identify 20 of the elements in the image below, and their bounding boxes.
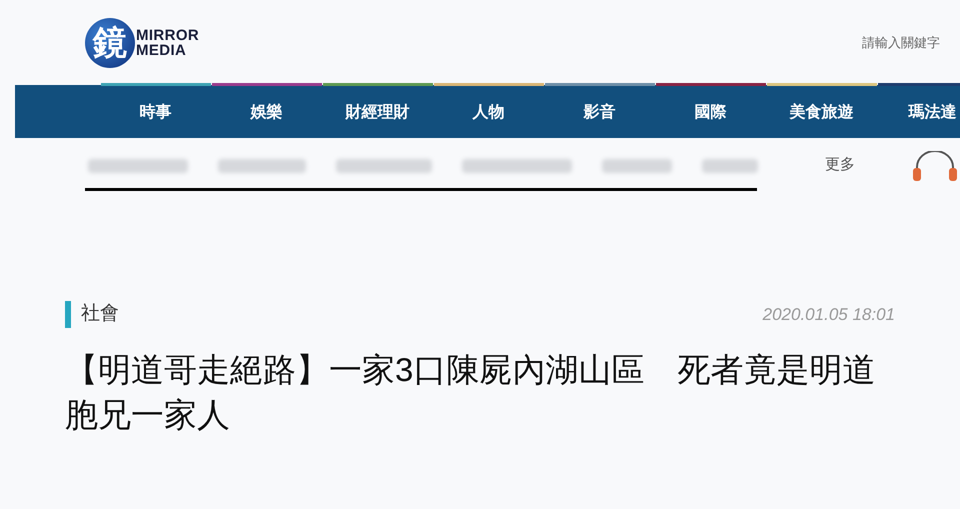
logo-text: MIRROR [136, 28, 200, 42]
nav-tab[interactable]: 人物 [433, 85, 544, 138]
nav-tab[interactable]: 瑪法達 [877, 85, 960, 138]
nav-tab[interactable]: 娛樂 [211, 85, 322, 138]
nav-tab[interactable]: 時事 [100, 85, 211, 138]
nav-tab[interactable]: 影音 [544, 85, 655, 138]
more-link[interactable]: 更多 [825, 154, 855, 177]
blurred-link-drawing [602, 158, 672, 172]
headphones-icon[interactable] [910, 150, 960, 180]
nav-tab[interactable]: 國際 [655, 85, 766, 138]
search-field[interactable]: 請輸入關鍵字 [810, 28, 940, 58]
blurred-link-drawing [702, 158, 758, 172]
nav-tab[interactable]: 財經理財 [322, 85, 433, 138]
nav-tab[interactable]: 美食旅遊 [766, 85, 877, 138]
article-date: 2020.01.05 18:01 [762, 304, 895, 326]
article-title: 【明道哥走絕路】一家3口陳屍內湖山區 死者竟是明道胞兄一家人 [65, 350, 876, 434]
logo-text: MEDIA [136, 42, 188, 58]
category-marker [65, 300, 71, 328]
category-label[interactable]: 社會 [81, 300, 119, 328]
logo-emblem: 鏡 [85, 18, 135, 68]
